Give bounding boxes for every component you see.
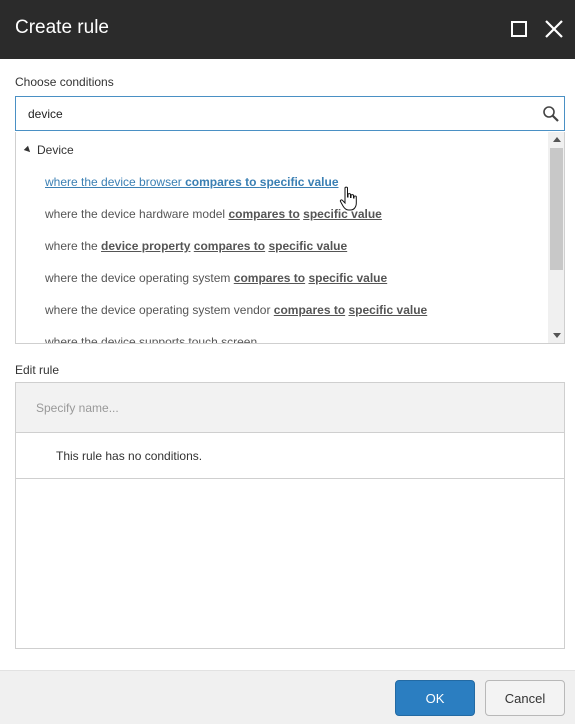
collapse-triangle-icon: [23, 145, 33, 155]
condition-item[interactable]: where the device hardware model compares…: [45, 207, 382, 221]
condition-token[interactable]: specific value: [349, 303, 428, 317]
condition-text: where the device hardware model: [45, 207, 229, 221]
condition-text: where the: [45, 239, 102, 253]
condition-token[interactable]: device property: [101, 239, 190, 253]
search-icon[interactable]: [542, 105, 560, 123]
divider: [16, 478, 564, 479]
condition-token[interactable]: compares to: [185, 175, 256, 189]
condition-text: where the device operating system vendor: [45, 303, 274, 317]
scroll-up-arrow-icon[interactable]: [553, 137, 561, 142]
group-name: Device: [37, 143, 74, 157]
maximize-icon: [511, 21, 527, 37]
condition-search-input[interactable]: [28, 97, 528, 130]
empty-rule-message: This rule has no conditions.: [56, 449, 203, 463]
conditions-list: Device where the device browser compares…: [15, 132, 565, 344]
rule-editor: This rule has no conditions.: [15, 382, 565, 649]
condition-token[interactable]: compares to: [234, 271, 305, 285]
title-bar: Create rule: [0, 0, 575, 59]
cancel-button[interactable]: Cancel: [485, 680, 565, 716]
search-box: [15, 96, 565, 131]
choose-conditions-label: Choose conditions: [15, 75, 114, 89]
condition-token[interactable]: compares to: [274, 303, 345, 317]
edit-rule-label: Edit rule: [15, 363, 60, 377]
condition-token[interactable]: specific value: [268, 239, 347, 253]
condition-text: where the device operating system: [45, 271, 234, 285]
ok-button[interactable]: OK: [395, 680, 475, 716]
condition-item[interactable]: where the device browser compares to spe…: [45, 175, 339, 189]
condition-token[interactable]: specific value: [260, 175, 339, 189]
close-button[interactable]: [543, 18, 565, 40]
dialog-title: Create rule: [15, 17, 109, 38]
condition-token[interactable]: specific value: [308, 271, 387, 285]
condition-text: where the device browser: [45, 175, 186, 189]
hand-cursor-icon: [339, 186, 357, 211]
close-icon: [545, 20, 563, 38]
condition-text: where the device supports touch screen: [45, 335, 258, 344]
condition-item[interactable]: where the device supports touch screen: [45, 335, 258, 344]
maximize-button[interactable]: [508, 18, 530, 40]
condition-item[interactable]: where the device operating system vendor…: [45, 303, 427, 317]
dialog-footer: OK Cancel: [0, 670, 575, 724]
rule-name-input[interactable]: [16, 383, 564, 433]
condition-item[interactable]: where the device operating system compar…: [45, 271, 387, 285]
scroll-thumb[interactable]: [550, 148, 563, 270]
group-header-device[interactable]: Device: [23, 143, 74, 157]
condition-item[interactable]: where the device property compares to sp…: [45, 239, 347, 253]
scroll-down-arrow-icon[interactable]: [553, 333, 561, 338]
condition-token[interactable]: compares to: [228, 207, 299, 221]
condition-token[interactable]: compares to: [194, 239, 265, 253]
conditions-scrollbar[interactable]: [548, 132, 564, 343]
